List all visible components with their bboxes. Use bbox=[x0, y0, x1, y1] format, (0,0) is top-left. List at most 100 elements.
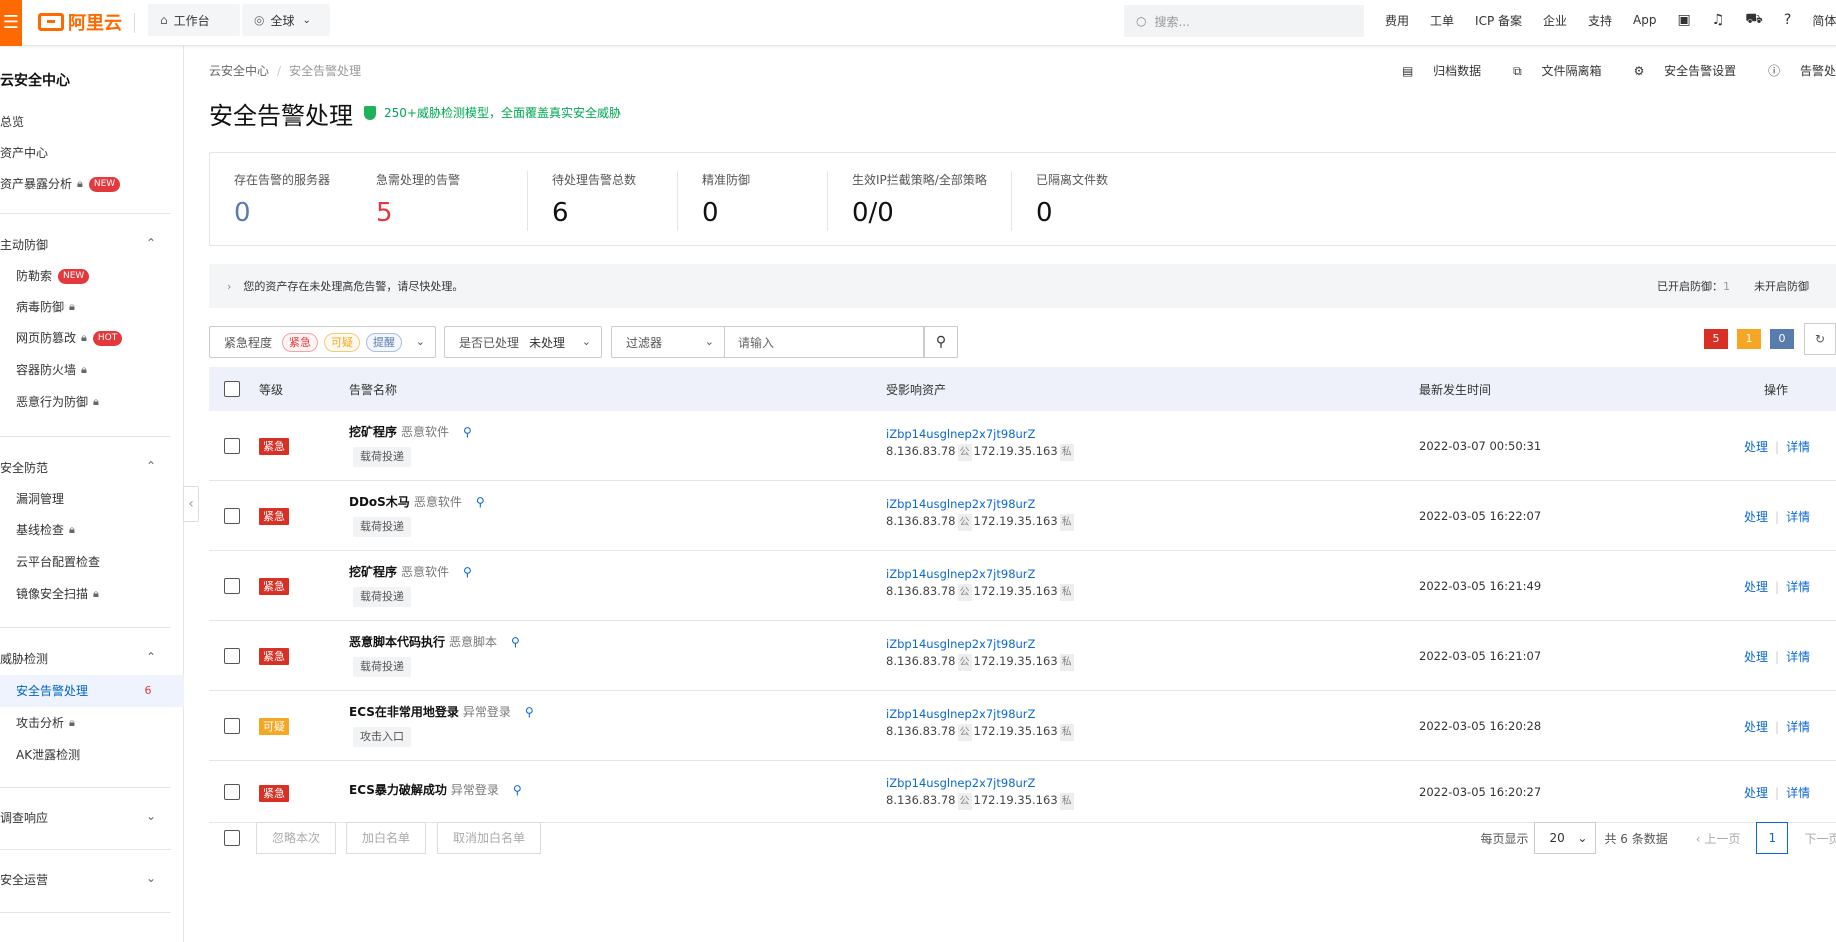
urgent-count[interactable]: 5 bbox=[1704, 329, 1728, 349]
stat-precise-defense[interactable]: 精准防御 0 bbox=[702, 171, 750, 228]
tag-suspicious[interactable]: 可疑 bbox=[324, 332, 361, 352]
sidebar-group-active-defense[interactable]: 主动防御 bbox=[0, 229, 48, 261]
per-page-select[interactable]: 20 ⌄ bbox=[1534, 822, 1597, 854]
trace-icon[interactable]: ⚲ bbox=[463, 565, 472, 579]
sidebar-item-image-scan[interactable]: 镜像安全扫描 🔒︎ bbox=[16, 578, 99, 610]
details-link[interactable]: 详情 bbox=[1786, 580, 1810, 594]
asset-link[interactable]: iZbp14usglnep2x7jt98urZ bbox=[886, 775, 1076, 792]
ignore-button[interactable]: 忽略本次 bbox=[256, 822, 337, 854]
stat-servers[interactable]: 存在告警的服务器 0 bbox=[234, 171, 330, 228]
whitelist-button[interactable]: 加白名单 bbox=[346, 822, 427, 854]
sidebar-group-investigation[interactable]: 调查响应 bbox=[0, 802, 48, 834]
row-checkbox[interactable] bbox=[224, 578, 240, 594]
sidebar-group-threat-detection[interactable]: 威胁检测 bbox=[0, 643, 48, 675]
link-enterprise[interactable]: 企业 bbox=[1543, 12, 1567, 29]
sidebar-item-vuln[interactable]: 漏洞管理 bbox=[16, 483, 64, 515]
link-support[interactable]: 支持 bbox=[1588, 12, 1612, 29]
handled-filter[interactable]: 是否已处理 未处理 ⌄ bbox=[444, 326, 602, 358]
alert-name[interactable]: ECS在非常用地登录 异常登录 ⚲ bbox=[349, 703, 534, 720]
chevron-right-icon[interactable]: › bbox=[227, 280, 231, 293]
asset-link[interactable]: iZbp14usglnep2x7jt98urZ bbox=[886, 566, 1076, 583]
alert-name[interactable]: 挖矿程序 恶意软件 ⚲ bbox=[349, 563, 472, 580]
severity-filter[interactable]: 紧急程度 紧急 可疑 提醒 ⌄ bbox=[209, 326, 436, 358]
trace-icon[interactable]: ⚲ bbox=[463, 425, 472, 439]
trace-icon[interactable]: ⚲ bbox=[476, 495, 485, 509]
workbench-button[interactable]: ⌂ 工作台 bbox=[148, 4, 240, 36]
handle-link[interactable]: 处理 bbox=[1744, 786, 1768, 800]
help-icon[interactable]: ? bbox=[1784, 12, 1791, 28]
sidebar-item-overview[interactable]: 总览 bbox=[0, 106, 24, 138]
risk-notice[interactable]: › 您的资产存在未处理高危告警，请尽快处理。 已开启防御：1 未开启防御 bbox=[209, 264, 1836, 308]
alert-name[interactable]: 恶意脚本代码执行 恶意脚本 ⚲ bbox=[349, 633, 520, 650]
chevron-up-icon[interactable]: ⌃ bbox=[146, 650, 156, 664]
stat-ip-block[interactable]: 生效IP拦截策略/全部策略 0/0 bbox=[852, 171, 987, 228]
handle-link[interactable]: 处理 bbox=[1744, 510, 1768, 524]
alert-name[interactable]: 挖矿程序 恶意软件 ⚲ bbox=[349, 423, 472, 440]
sidebar-item-ak-leak[interactable]: AK泄露检测 bbox=[16, 739, 80, 771]
trace-icon[interactable]: ⚲ bbox=[525, 705, 534, 719]
alert-name[interactable]: DDoS木马 恶意软件 ⚲ bbox=[349, 493, 485, 510]
sidebar-item-baseline[interactable]: 基线检查 🔒︎ bbox=[16, 514, 75, 546]
search-input[interactable]: ○ 搜索... bbox=[1124, 5, 1364, 37]
aliyun-logo[interactable]: 阿里云 bbox=[38, 10, 122, 34]
row-checkbox[interactable] bbox=[224, 508, 240, 524]
handle-link[interactable]: 处理 bbox=[1744, 720, 1768, 734]
stat-pending[interactable]: 待处理告警总数 6 bbox=[552, 171, 636, 228]
details-link[interactable]: 详情 bbox=[1786, 786, 1810, 800]
details-link[interactable]: 详情 bbox=[1786, 650, 1810, 664]
sidebar-item-attack-analysis[interactable]: 攻击分析 🔒︎ bbox=[16, 707, 75, 739]
select-all-checkbox[interactable] bbox=[224, 381, 240, 397]
tag-urgent[interactable]: 紧急 bbox=[282, 332, 319, 352]
asset-link[interactable]: iZbp14usglnep2x7jt98urZ bbox=[886, 426, 1076, 443]
sidebar-item-cloud-config[interactable]: 云平台配置检查 bbox=[16, 546, 100, 578]
link-app[interactable]: App bbox=[1633, 13, 1656, 27]
chevron-up-icon[interactable]: ⌃ bbox=[146, 459, 156, 473]
details-link[interactable]: 详情 bbox=[1786, 440, 1810, 454]
alert-help-link[interactable]: ⓘ 告警处 bbox=[1752, 62, 1836, 79]
language-switch[interactable]: 简体 bbox=[1812, 12, 1836, 29]
page-number-button[interactable]: 1 bbox=[1756, 822, 1789, 854]
select-all-bottom-checkbox[interactable] bbox=[224, 830, 240, 846]
sidebar-item-exposure[interactable]: 资产暴露分析 🔒︎ NEW bbox=[0, 168, 121, 200]
sidebar-item-malicious-behavior[interactable]: 恶意行为防御 🔒︎ bbox=[16, 386, 99, 418]
stat-quarantined[interactable]: 已隔离文件数 0 bbox=[1036, 171, 1108, 228]
tag-reminder[interactable]: 提醒 bbox=[366, 332, 403, 352]
suspicious-count[interactable]: 1 bbox=[1737, 329, 1761, 349]
chevron-up-icon[interactable]: ⌃ bbox=[146, 236, 156, 250]
sidebar-group-prevention[interactable]: 安全防范 bbox=[0, 452, 48, 484]
reminder-count[interactable]: 0 bbox=[1770, 329, 1794, 349]
filter-select[interactable]: 过滤器 ⌄ bbox=[611, 326, 725, 358]
handle-link[interactable]: 处理 bbox=[1744, 650, 1768, 664]
chevron-down-icon[interactable]: ⌄ bbox=[146, 871, 156, 885]
asset-link[interactable]: iZbp14usglnep2x7jt98urZ bbox=[886, 496, 1076, 513]
details-link[interactable]: 详情 bbox=[1786, 720, 1810, 734]
filter-input[interactable]: 请输入 bbox=[724, 326, 924, 358]
sidebar-item-virus[interactable]: 病毒防御 🔒︎ bbox=[16, 291, 75, 323]
row-checkbox[interactable] bbox=[224, 438, 240, 454]
row-checkbox[interactable] bbox=[224, 718, 240, 734]
row-checkbox[interactable] bbox=[224, 648, 240, 664]
trace-icon[interactable]: ⚲ bbox=[511, 635, 520, 649]
sidebar-item-ransomware[interactable]: 防勒索 NEW bbox=[16, 260, 90, 292]
handle-link[interactable]: 处理 bbox=[1744, 580, 1768, 594]
row-checkbox[interactable] bbox=[224, 784, 240, 800]
archive-link[interactable]: ▤ 归档数据 bbox=[1386, 62, 1481, 79]
link-ticket[interactable]: 工单 bbox=[1430, 12, 1454, 29]
next-page-button[interactable]: 下一页 › bbox=[1804, 830, 1836, 847]
breadcrumb-link[interactable]: 云安全中心 bbox=[209, 64, 269, 78]
asset-link[interactable]: iZbp14usglnep2x7jt98urZ bbox=[886, 706, 1076, 723]
refresh-icon[interactable]: ↻ bbox=[1804, 323, 1836, 355]
cart-icon[interactable]: ⛟ bbox=[1745, 11, 1763, 29]
quarantine-link[interactable]: ⧉ 文件隔离箱 bbox=[1497, 62, 1601, 79]
details-link[interactable]: 详情 bbox=[1786, 510, 1810, 524]
link-billing[interactable]: 费用 bbox=[1385, 12, 1409, 29]
trace-icon[interactable]: ⚲ bbox=[513, 783, 522, 797]
asset-link[interactable]: iZbp14usglnep2x7jt98urZ bbox=[886, 636, 1076, 653]
chevron-down-icon[interactable]: ⌄ bbox=[146, 809, 156, 823]
stat-urgent[interactable]: 急需处理的告警 5 bbox=[376, 171, 460, 228]
alert-name[interactable]: ECS暴力破解成功 异常登录 ⚲ bbox=[349, 781, 522, 798]
sidebar-item-alerts[interactable]: 安全告警处理 6 bbox=[0, 675, 184, 707]
sidebar-item-assets[interactable]: 资产中心 bbox=[0, 137, 48, 169]
bell-icon[interactable]: ♫ bbox=[1712, 12, 1725, 28]
link-icp[interactable]: ICP 备案 bbox=[1475, 12, 1522, 29]
